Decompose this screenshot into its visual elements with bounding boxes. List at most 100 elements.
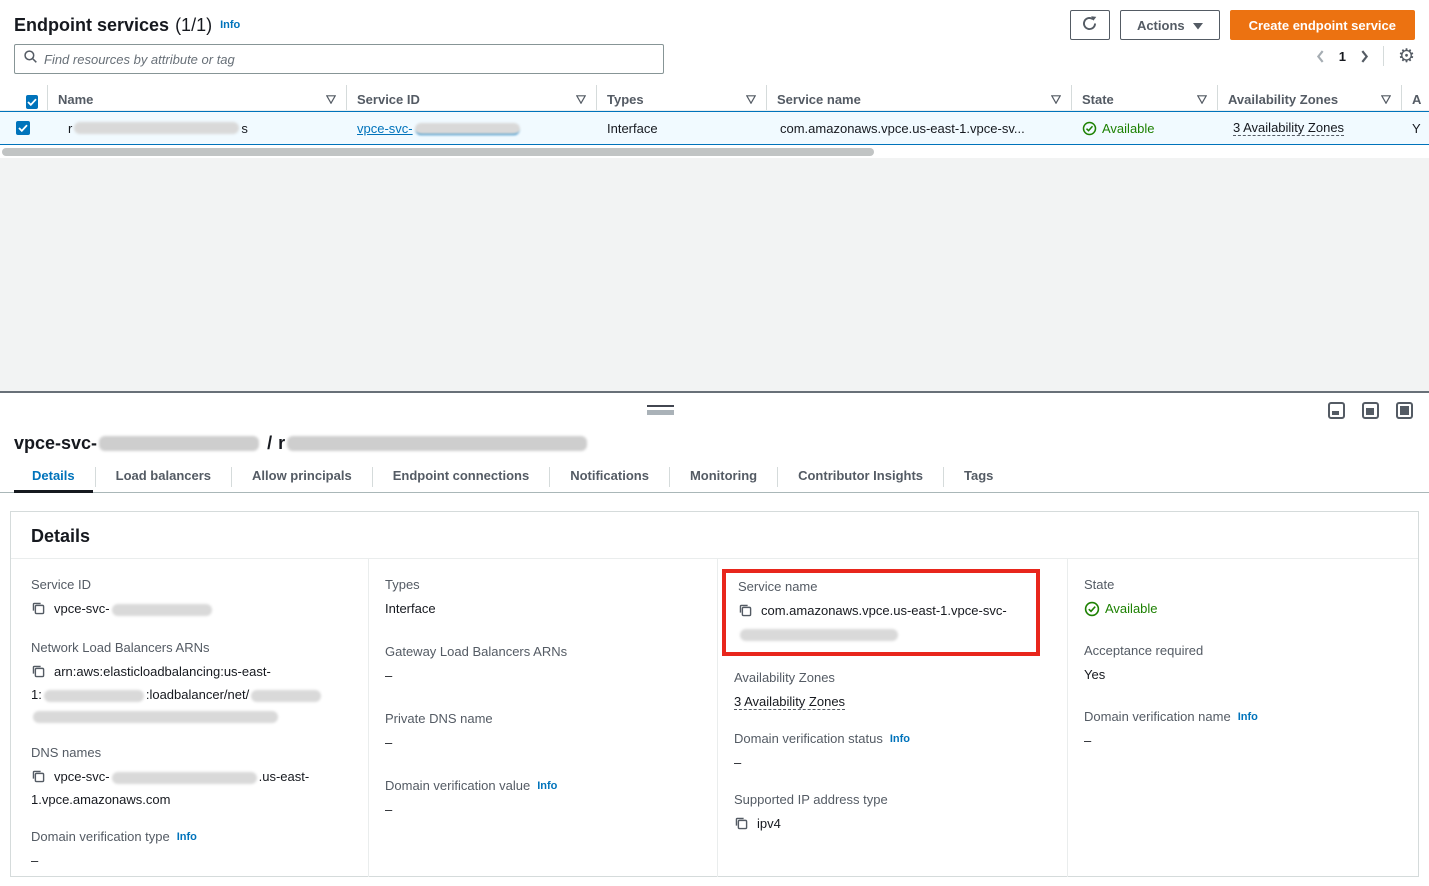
field-supported-ip-type: Supported IP address type ipv4	[734, 792, 1051, 836]
tab-details[interactable]: Details	[12, 462, 95, 492]
create-endpoint-service-button[interactable]: Create endpoint service	[1230, 10, 1415, 40]
column-header-service-id[interactable]: Service ID	[347, 85, 597, 110]
state-badge: Available	[1102, 121, 1155, 136]
horizontal-scrollbar-thumb[interactable]	[2, 148, 874, 156]
detail-tabs: Details Load balancers Allow principals …	[0, 463, 1429, 493]
details-column-3: Service name com.amazonaws.vpce.us-east-…	[717, 559, 1067, 877]
details-card-body: Service ID vpce-svc- Network Load Balanc…	[11, 559, 1418, 877]
actions-button-label: Actions	[1137, 18, 1185, 33]
select-all-cell	[0, 85, 48, 110]
next-page-button[interactable]	[1360, 50, 1369, 63]
filter-icon[interactable]	[326, 95, 336, 104]
field-domain-verification-value: Domain verification value Info –	[385, 778, 701, 820]
caret-down-icon	[1193, 18, 1203, 33]
filter-icon[interactable]	[746, 95, 756, 104]
row-service-id-cell: vpce-svc-	[347, 121, 597, 136]
availability-zones-link[interactable]: 3 Availability Zones	[734, 694, 845, 710]
service-id-link[interactable]: vpce-svc-	[357, 121, 522, 136]
preferences-gear-icon[interactable]: ⚙	[1398, 47, 1415, 66]
tab-monitoring[interactable]: Monitoring	[670, 462, 777, 492]
pager-divider	[1383, 46, 1384, 66]
horizontal-scrollbar	[0, 146, 1429, 158]
copy-icon[interactable]	[734, 815, 748, 836]
select-all-checkbox[interactable]	[26, 95, 38, 109]
column-header-types[interactable]: Types	[597, 85, 767, 110]
field-domain-verification-name: Domain verification name Info –	[1084, 709, 1402, 751]
page-info-link[interactable]: Info	[220, 19, 240, 31]
redacted-text	[740, 629, 898, 641]
empty-list-background	[0, 158, 1429, 393]
row-state-cell: Available	[1072, 121, 1218, 136]
redacted-text	[287, 436, 587, 451]
filter-icon[interactable]	[1381, 95, 1391, 104]
column-header-state[interactable]: State	[1072, 85, 1218, 110]
search-box[interactable]	[14, 44, 664, 74]
field-state: State Available	[1084, 577, 1402, 619]
current-page-button[interactable]: 1	[1335, 49, 1350, 64]
row-az-cell: 3 Availability Zones	[1218, 120, 1402, 136]
tab-allow-principals[interactable]: Allow principals	[232, 462, 372, 492]
details-card-title: Details	[11, 512, 1418, 559]
copy-icon[interactable]	[31, 768, 45, 789]
redacted-text	[44, 690, 144, 702]
redacted-text	[74, 122, 239, 134]
detail-panel-title: vpce-svc- / r	[14, 433, 589, 454]
check-circle-icon	[1084, 601, 1100, 617]
redacted-text	[251, 690, 321, 702]
redacted-text	[112, 772, 257, 784]
column-header-availability-zones[interactable]: Availability Zones	[1218, 85, 1402, 110]
column-header-acceptance-cut[interactable]: A	[1402, 85, 1429, 110]
info-link[interactable]: Info	[537, 780, 557, 792]
field-dns-names: DNS names vpce-svc-.us-east- 1.vpce.amaz…	[31, 745, 352, 810]
row-service-name-cell: com.amazonaws.vpce.us-east-1.vpce-sv...	[767, 121, 1072, 136]
field-acceptance-required: Acceptance required Yes	[1084, 643, 1402, 685]
details-column-2: Types Interface Gateway Load Balancers A…	[368, 559, 717, 877]
tab-endpoint-connections[interactable]: Endpoint connections	[373, 462, 550, 492]
prev-page-button[interactable]	[1316, 50, 1325, 63]
column-header-name[interactable]: Name	[48, 85, 347, 110]
row-name-cell: r s	[48, 121, 347, 136]
page-header: Endpoint services (1/1) Info Actions Cre…	[14, 8, 1415, 42]
details-column-4: State Available	[1067, 559, 1418, 877]
redacted-text	[112, 604, 212, 616]
info-link[interactable]: Info	[177, 831, 197, 843]
endpoint-services-list-pane: Endpoint services (1/1) Info Actions Cre…	[0, 0, 1429, 393]
tab-contributor-insights[interactable]: Contributor Insights	[778, 462, 943, 492]
filter-icon[interactable]	[1197, 95, 1207, 104]
info-link[interactable]: Info	[1238, 711, 1258, 723]
actions-button[interactable]: Actions	[1120, 10, 1220, 40]
tab-load-balancers[interactable]: Load balancers	[96, 462, 231, 492]
filter-icon[interactable]	[1051, 95, 1061, 104]
row-select-cell	[0, 121, 48, 135]
copy-icon[interactable]	[31, 663, 45, 684]
tab-notifications[interactable]: Notifications	[550, 462, 669, 492]
refresh-button[interactable]	[1070, 10, 1110, 40]
service-name-highlight-box: Service name com.amazonaws.vpce.us-east-…	[722, 569, 1040, 656]
copy-icon[interactable]	[738, 602, 752, 623]
copy-icon[interactable]	[31, 600, 45, 621]
filter-bar	[14, 44, 664, 74]
table-header: Name Service ID Types Service name State	[0, 85, 1429, 111]
availability-zones-link[interactable]: 3 Availability Zones	[1233, 120, 1344, 136]
field-glb-arns: Gateway Load Balancers ARNs –	[385, 644, 701, 686]
field-domain-verification-type: Domain verification type Info –	[31, 829, 352, 871]
panel-size-medium-icon[interactable]	[1362, 402, 1379, 419]
check-circle-icon	[1082, 121, 1097, 136]
row-checkbox[interactable]	[16, 121, 30, 135]
table-row[interactable]: r s vpce-svc- Interface com.amazonaws.vp…	[0, 111, 1429, 145]
column-header-service-name[interactable]: Service name	[767, 85, 1072, 110]
filter-icon[interactable]	[576, 95, 586, 104]
search-input[interactable]	[44, 52, 655, 67]
pagination: 1 ⚙	[1316, 46, 1415, 66]
panel-size-large-icon[interactable]	[1396, 402, 1413, 419]
field-service-name: Service name com.amazonaws.vpce.us-east-…	[738, 579, 1028, 644]
field-types: Types Interface	[385, 577, 701, 619]
split-panel-drag-handle[interactable]	[647, 405, 674, 415]
info-link[interactable]: Info	[890, 733, 910, 745]
redacted-text	[415, 123, 520, 135]
panel-size-small-icon[interactable]	[1328, 402, 1345, 419]
tab-tags[interactable]: Tags	[944, 462, 1013, 492]
resource-counter: (1/1)	[175, 15, 212, 36]
state-badge: Available	[1105, 598, 1158, 619]
row-types-cell: Interface	[597, 121, 767, 136]
